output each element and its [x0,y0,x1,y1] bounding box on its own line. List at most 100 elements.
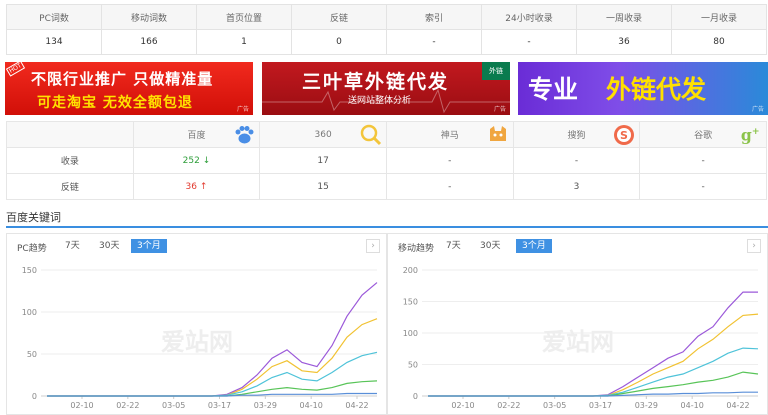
stats-header-cell: 首页位置 [196,4,292,30]
stats-value-cell[interactable]: 36 [576,29,672,55]
range-7d-button[interactable]: 7天 [440,239,467,253]
banner-line1: 三叶草外链代发 [302,71,450,93]
stats-table: PC词数 移动词数 首页位置 反链 索引 24小时收录 一周收录 一月收录 13… [6,4,767,55]
y-tick-label: 150 [403,298,418,307]
range-3m-button[interactable]: 3个月 [131,239,167,253]
panel-title: 移动趋势 [398,244,435,254]
hot-tag: HOT [5,62,26,77]
arrow-down-icon: ↓ [202,155,211,166]
stats-value-cell: - [481,29,577,55]
engine-header-google: 谷歌 g + [639,121,767,148]
range-7d-button[interactable]: 7天 [59,239,86,253]
ad-banner-clover[interactable]: 外链 三叶草外链代发 送网站整体分析 广告 [262,62,510,115]
stats-value-cell[interactable]: 80 [671,29,767,55]
engine-name: 谷歌 [694,131,713,141]
y-tick-label: 50 [408,361,418,370]
mobile-trend-panel: 移动趋势 7天 30天 3个月 › 爱站网 0 50 100 150 200 02-10 02… [387,233,768,415]
x-tick-label: 03-17 [208,401,231,410]
360-indexed-cell[interactable]: 17 [259,147,387,174]
chevron-right-icon[interactable]: › [747,239,761,253]
stats-value-cell[interactable]: 166 [101,29,197,55]
baidu-indexed-cell[interactable]: 252 ↓ [132,147,261,174]
x-tick-label: 03-05 [543,401,566,410]
magnifier-icon [360,124,382,146]
x-tick-label: 02-10 [451,401,474,410]
sogou-indexed-cell: - [512,147,641,174]
svg-text:g: g [741,126,752,145]
y-tick-label: 100 [22,308,37,317]
series-line-4 [428,391,758,397]
watermark-text: 爱站网 [542,328,614,356]
360-backlinks-cell[interactable]: 15 [259,173,387,200]
engine-name: 搜狗 [567,131,586,141]
engine-row-indexed: 收录 252 ↓ 17 - - - [6,147,767,174]
engine-header-baidu: 百度 [132,121,261,148]
x-tick-label: 02-22 [497,401,520,410]
y-tick-label: 50 [27,350,37,359]
shenma-backlinks-cell: - [385,173,514,200]
mobile-trend-chart: 爱站网 0 50 100 150 200 02-10 02-22 03-05 03-17 03-29… [403,266,759,410]
stats-value-row: 134 166 1 0 - - 36 80 [6,29,767,55]
y-tick-label: 200 [403,266,418,275]
y-tick-label: 100 [403,329,418,338]
y-tick-label: 0 [32,392,37,401]
ad-banner-backlinks[interactable]: 专业 外链代发 广告 [518,62,768,115]
banner-line1: 不限行业推广 只做精准量 [31,70,214,88]
x-tick-label: 03-29 [635,401,658,410]
stats-header-cell: 索引 [386,4,482,30]
x-tick-label: 04-10 [681,401,704,410]
banner-line2: 可走淘宝 无效全额包退 [37,95,193,111]
panel-title: PC趋势 [17,244,47,254]
pc-trend-panel: PC趋势 7天 30天 3个月 › 爱站网 0 50 100 150 02-10 02-22… [6,233,387,415]
range-30d-button[interactable]: 30天 [93,239,125,253]
stats-header-row: PC词数 移动词数 首页位置 反链 索引 24小时收录 一周收录 一月收录 [6,4,767,30]
stats-value-cell[interactable]: 1 [196,29,292,55]
engine-table: 百度 360 神马 搜狗 S 谷歌 g + 收录 252 ↓ 17 - - - … [6,121,767,200]
engine-row-backlinks: 反链 36 ↑ 15 - 3 - [6,173,767,200]
engine-header-sogou: 搜狗 S [512,121,641,148]
x-tick-label: 04-22 [726,401,749,410]
stats-header-cell: 反链 [291,4,387,30]
sogou-backlinks-cell[interactable]: 3 [512,173,641,200]
shenma-indexed-cell: - [385,147,514,174]
google-backlinks-cell: - [639,173,767,200]
section-title: 百度关键词 [6,211,61,224]
svg-text:+: + [752,126,760,137]
corner-tag: 外链 [482,62,510,80]
ad-label: 广告 [236,106,249,113]
y-tick-label: 0 [413,392,418,401]
baidu-value: 36 [185,181,197,192]
chevron-right-icon[interactable]: › [366,239,380,253]
baidu-backlinks-cell[interactable]: 36 ↑ [132,173,261,200]
x-tick-label: 03-29 [254,401,277,410]
stats-header-cell: PC词数 [6,4,102,30]
ad-banner-promotion[interactable]: HOT 不限行业推广 只做精准量 可走淘宝 无效全额包退 广告 [5,62,253,115]
stats-value-cell[interactable]: 134 [6,29,102,55]
engine-header-360: 360 [259,121,387,148]
x-tick-label: 04-22 [345,401,368,410]
arrow-up-icon: ↑ [199,181,208,192]
paw-icon [233,124,255,146]
range-30d-button[interactable]: 30天 [474,239,506,253]
range-3m-button[interactable]: 3个月 [516,239,552,253]
stats-header-cell: 一周收录 [576,4,672,30]
pc-trend-chart: 爱站网 0 50 100 150 02-10 02-22 03-05 03-17 03-29 04-… [22,266,378,410]
engine-name: 百度 [187,131,206,141]
row-label: 收录 [6,147,134,174]
banner-line1: 专业 [528,75,579,104]
banner-line2: 外链代发 [606,75,707,104]
engine-header-shenma: 神马 [385,121,514,148]
baidu-value: 252 [182,155,200,166]
google-plus-icon: g + [740,124,762,146]
row-label: 反链 [6,173,134,200]
stats-value-cell[interactable]: 0 [291,29,387,55]
section-divider [6,226,768,228]
ad-label: 广告 [493,106,506,113]
google-indexed-cell: - [639,147,767,174]
svg-text:S: S [620,129,628,142]
engine-header-empty [6,121,134,148]
x-tick-label: 04-10 [300,401,323,410]
x-tick-label: 02-10 [70,401,93,410]
horse-icon [487,124,509,146]
banner-line2: 送网站整体分析 [348,96,412,106]
